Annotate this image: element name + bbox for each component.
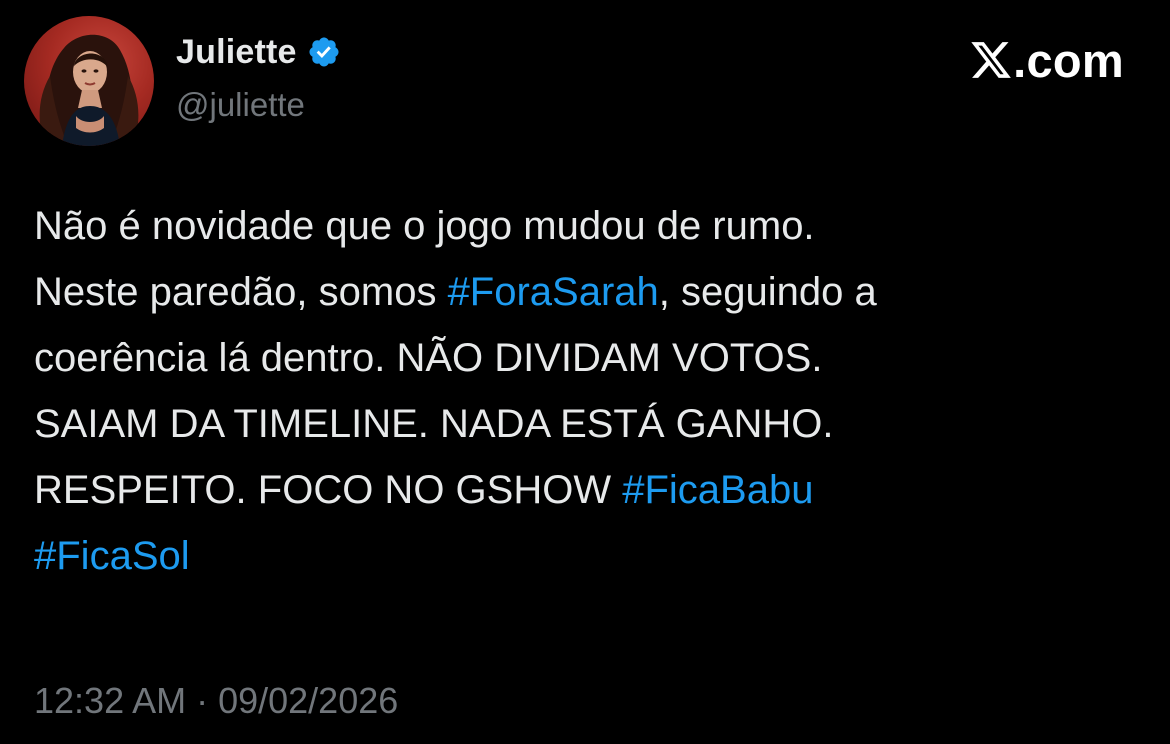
tweet-text-segment: RESPEITO. FOCO NO GSHOW bbox=[34, 468, 623, 512]
avatar-photo bbox=[39, 34, 139, 146]
username-handle[interactable]: @juliette bbox=[176, 86, 305, 124]
tweet-text-segment: coerência lá dentro. NÃO DIVIDAM VOTOS. bbox=[34, 336, 823, 380]
tweet-line: #FicaSol bbox=[34, 523, 1144, 589]
verified-badge-icon bbox=[307, 35, 341, 69]
tweet-text-segment: Não é novidade que o jogo mudou de rumo. bbox=[34, 204, 815, 248]
tweet-line: SAIAM DA TIMELINE. NADA ESTÁ GANHO. bbox=[34, 391, 1144, 457]
tweet-line: coerência lá dentro. NÃO DIVIDAM VOTOS. bbox=[34, 325, 1144, 391]
avatar[interactable] bbox=[24, 16, 154, 146]
brand-domain: .com bbox=[1013, 33, 1124, 87]
hashtag-link[interactable]: #FicaSol bbox=[34, 534, 190, 578]
x-logo-icon bbox=[969, 38, 1013, 82]
tweet-line: Não é novidade que o jogo mudou de rumo. bbox=[34, 193, 1144, 259]
tweet-line: RESPEITO. FOCO NO GSHOW #FicaBabu bbox=[34, 457, 1144, 523]
brand-logo: .com bbox=[969, 33, 1124, 87]
tweet-text-segment: Neste paredão, somos bbox=[34, 270, 448, 314]
hashtag-link[interactable]: #FicaBabu bbox=[622, 468, 813, 512]
display-name[interactable]: Juliette bbox=[176, 33, 297, 72]
tweet-text-segment: , seguindo a bbox=[658, 270, 877, 314]
author-name-row: Juliette bbox=[176, 30, 341, 74]
tweet-timestamp[interactable]: 12:32 AM · 09/02/2026 bbox=[34, 680, 398, 722]
tweet-text-segment: SAIAM DA TIMELINE. NADA ESTÁ GANHO. bbox=[34, 402, 834, 446]
tweet-text: Não é novidade que o jogo mudou de rumo.… bbox=[34, 193, 1144, 589]
tweet-line: Neste paredão, somos #ForaSarah, seguind… bbox=[34, 259, 1144, 325]
hashtag-link[interactable]: #ForaSarah bbox=[448, 270, 659, 314]
